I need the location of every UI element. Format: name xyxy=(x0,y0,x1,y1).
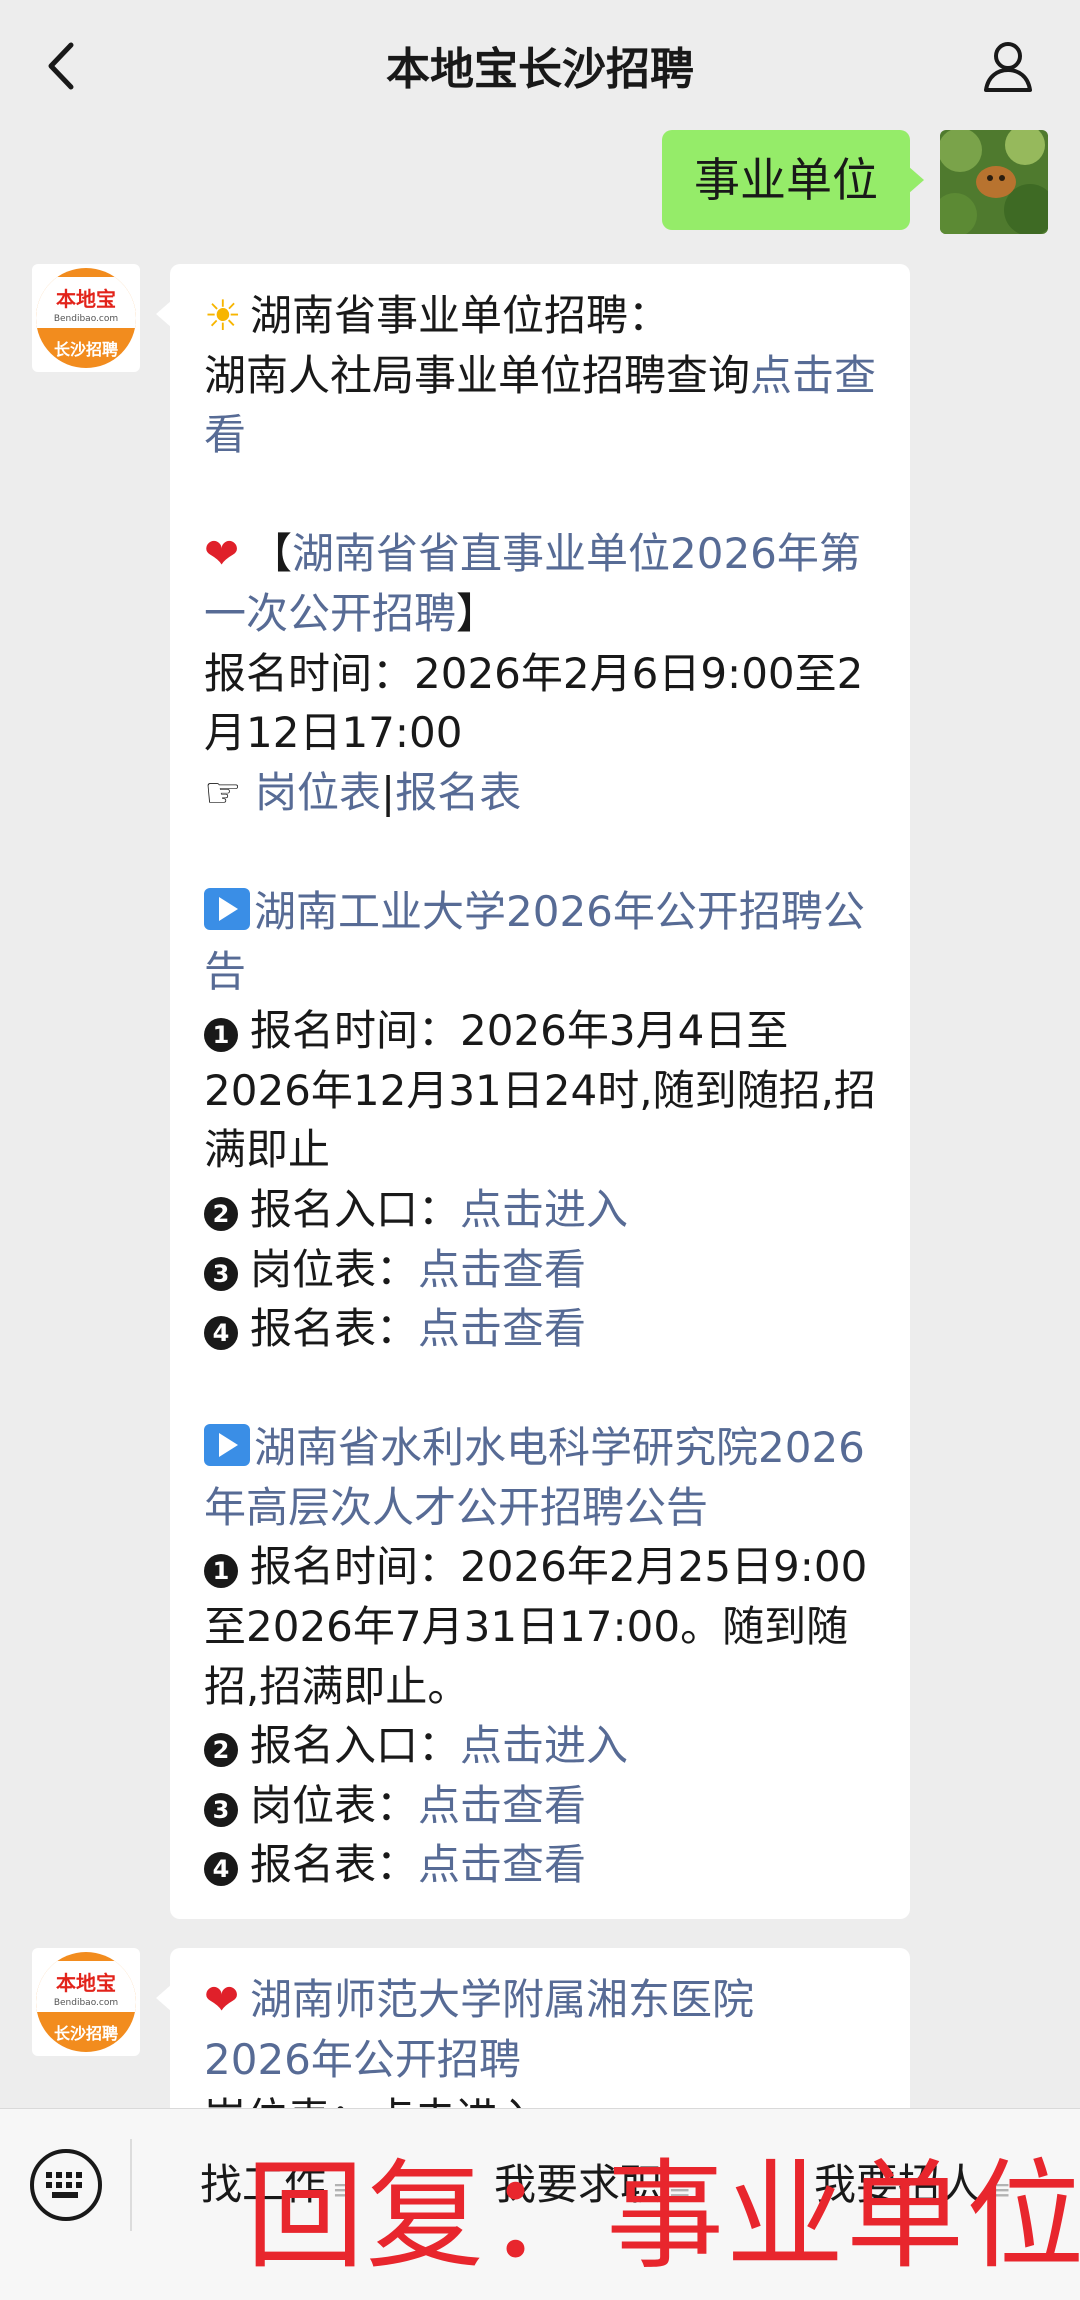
bot-avatar[interactable]: 本地宝 Bendibao.com 长沙招聘 xyxy=(32,1948,140,2056)
user-message-bubble[interactable]: 事业单位 xyxy=(662,130,924,230)
registration-time: 报名时间：2026年3月4日至2026年12月31日24时,随到随招,招满即止 xyxy=(204,1006,876,1175)
job-table-label: 岗位表： xyxy=(250,1780,419,1830)
recruitment-title-link[interactable]: 湖南省省直事业单位2026年第一次公开招聘 xyxy=(204,529,861,638)
application-form-link[interactable]: 点击查看 xyxy=(418,1304,586,1353)
number-1-icon: 1 xyxy=(204,1018,238,1053)
bot-message: 本地宝 Bendibao.com 长沙招聘 ❤ 湖南师范大学附属湘东医院 2026… xyxy=(32,1948,910,2110)
separator: | xyxy=(381,767,396,817)
number-1-icon: 1 xyxy=(204,1554,238,1589)
entry-link[interactable]: 点击进入 xyxy=(460,1721,628,1770)
profile-icon[interactable] xyxy=(978,36,1038,96)
logo-url: Bendibao.com xyxy=(36,1997,136,2012)
number-2-icon: 2 xyxy=(204,1196,238,1231)
bendibao-logo: 本地宝 Bendibao.com 长沙招聘 xyxy=(36,1952,136,2052)
job-table-line: 岗位表：点击进入 xyxy=(204,2089,886,2110)
user-avatar[interactable] xyxy=(940,130,1048,234)
back-icon[interactable] xyxy=(36,36,84,96)
pointing-hand-icon: ☞ xyxy=(204,767,242,817)
number-2-icon: 2 xyxy=(204,1733,238,1768)
application-form-label: 报名表： xyxy=(250,1304,419,1354)
job-table-link[interactable]: 岗位表 xyxy=(255,768,381,817)
play-icon xyxy=(204,1424,250,1467)
application-form-label: 报名表： xyxy=(250,1840,419,1890)
logo-subtitle: 长沙招聘 xyxy=(53,339,118,359)
divider xyxy=(130,2139,132,2231)
sun-icon: ☀ xyxy=(204,291,242,340)
recruitment-title-link[interactable]: 2026年公开招聘 xyxy=(204,2030,886,2090)
job-table-link[interactable]: 点击查看 xyxy=(418,1245,586,1294)
chat-area[interactable]: 事业单位 本地宝 Bendibao.com 长沙招聘 ☀ 湖南省事业单位招聘： … xyxy=(0,130,1080,2110)
number-3-icon: 3 xyxy=(204,1256,238,1291)
job-table-link[interactable]: 点击查看 xyxy=(418,1781,586,1830)
bot-message-bubble: ☀ 湖南省事业单位招聘： 湖南人社局事业单位招聘查询点击查看 ❤ 【湖南省省直事业单… xyxy=(156,264,910,1920)
section-heading: 湖南省事业单位招聘： xyxy=(250,291,671,340)
number-4-icon: 4 xyxy=(204,1316,238,1351)
heart-icon: ❤ xyxy=(204,529,240,579)
bot-avatar[interactable]: 本地宝 Bendibao.com 长沙招聘 xyxy=(32,264,140,372)
user-message: 事业单位 xyxy=(662,130,1048,234)
registration-time: 报名时间：2026年2月25日9:00至2026年7月31日17:00。随到随招… xyxy=(204,1542,868,1711)
overlay-caption: 回复：事业单位 xyxy=(246,2147,1080,2285)
logo-text: 本地宝 xyxy=(36,276,136,314)
number-3-icon: 3 xyxy=(204,1792,238,1827)
application-form-link[interactable]: 报名表 xyxy=(395,768,521,817)
bendibao-logo: 本地宝 Bendibao.com 长沙招聘 xyxy=(36,268,136,368)
play-icon xyxy=(204,887,250,930)
logo-url: Bendibao.com xyxy=(36,313,136,328)
job-table-label: 岗位表： xyxy=(250,1244,419,1294)
info-text: 湖南人社局事业单位招聘查询 xyxy=(204,350,751,400)
chat-title: 本地宝长沙招聘 xyxy=(386,44,694,95)
recruitment-title-link[interactable]: 湖南工业大学2026年公开招聘公告 xyxy=(204,887,865,996)
heart-icon: ❤ xyxy=(204,1975,240,2024)
logo-subtitle: 长沙招聘 xyxy=(53,2023,118,2043)
keyboard-icon[interactable] xyxy=(30,2149,102,2221)
entry-label: 报名入口： xyxy=(250,1184,461,1234)
number-4-icon: 4 xyxy=(204,1852,238,1887)
click-view-link[interactable]: 点击 xyxy=(750,351,834,400)
logo-text: 本地宝 xyxy=(36,1960,136,1998)
bot-message-bubble: ❤湖南师范大学附属湘东医院 2026年公开招聘 岗位表：点击进入 xyxy=(156,1948,910,2110)
entry-label: 报名入口： xyxy=(250,1721,461,1771)
bracket: 】 xyxy=(456,588,499,638)
registration-time: 报名时间：2026年2月6日9:00至2月12日17:00 xyxy=(204,648,864,758)
recruitment-title-link[interactable]: 湖南师范大学附属湘东医院 xyxy=(250,1975,754,2024)
top-nav-bar: 本地宝长沙招聘 xyxy=(0,0,1080,130)
application-form-link[interactable]: 点击查看 xyxy=(418,1840,586,1889)
bot-message: 本地宝 Bendibao.com 长沙招聘 ☀ 湖南省事业单位招聘： 湖南人社局事… xyxy=(32,264,910,1920)
bracket: 【 xyxy=(250,529,293,579)
recruitment-title-link[interactable]: 湖南省水利水电科学研究院2026年高层次人才公开招聘公告 xyxy=(204,1423,865,1532)
entry-link[interactable]: 点击进入 xyxy=(460,1185,628,1234)
